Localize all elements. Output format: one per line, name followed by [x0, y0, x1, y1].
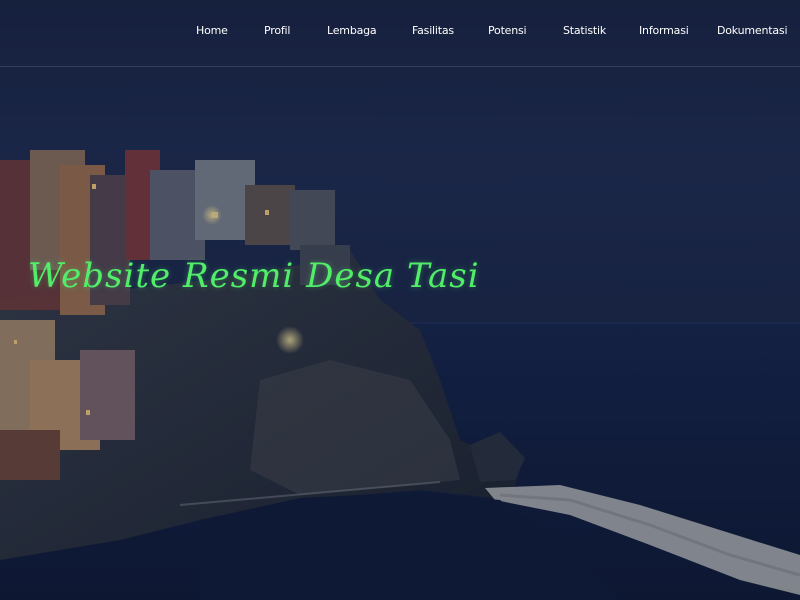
hero-section: Home Profil Lembaga Fasilitas Potensi St… — [0, 0, 800, 600]
nav-item-statistik[interactable]: Statistik — [563, 24, 606, 37]
nav-item-potensi[interactable]: Potensi — [488, 24, 527, 37]
nav-item-fasilitas[interactable]: Fasilitas — [412, 24, 454, 37]
hero-title: Website Resmi Desa Tasi — [28, 256, 480, 296]
nav-item-lembaga[interactable]: Lembaga — [327, 24, 377, 37]
nav-item-informasi[interactable]: Informasi — [639, 24, 689, 37]
nav-item-home[interactable]: Home — [196, 24, 228, 37]
nav-item-profil[interactable]: Profil — [264, 24, 290, 37]
hero-dark-overlay — [0, 0, 800, 600]
nav-item-dokumentasi[interactable]: Dokumentasi — [717, 24, 788, 37]
top-navbar: Home Profil Lembaga Fasilitas Potensi St… — [0, 0, 800, 67]
